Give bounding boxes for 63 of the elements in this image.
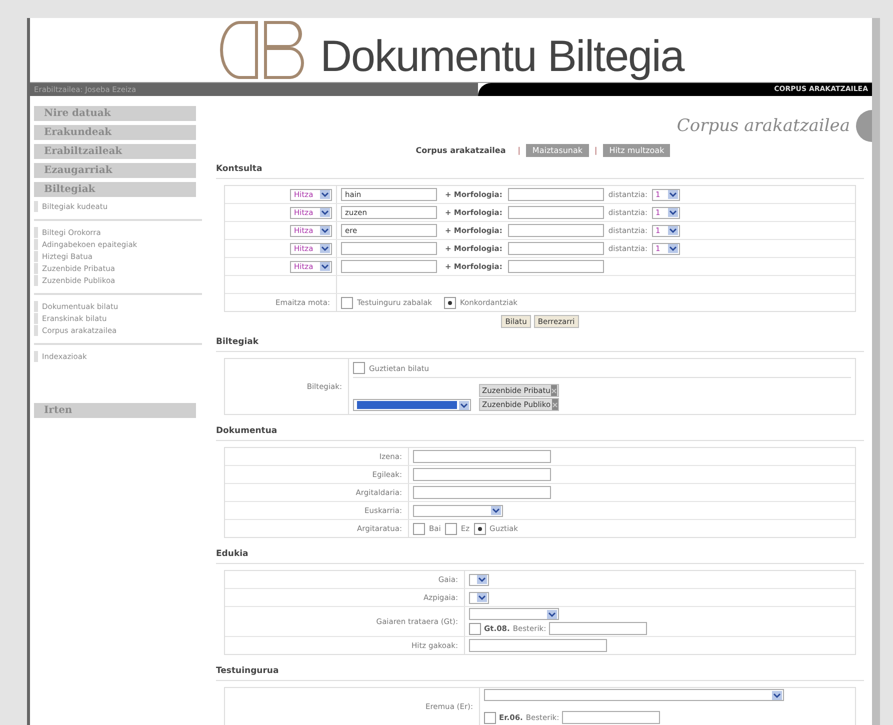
dropdown-arrow-icon[interactable] (491, 506, 501, 515)
input-field[interactable] (413, 486, 551, 499)
dropdown-arrow-icon[interactable] (320, 244, 330, 253)
nav-tab[interactable]: Hitz multzoak (603, 144, 670, 157)
input-field[interactable] (508, 242, 604, 255)
input-field[interactable] (341, 242, 437, 255)
nav-tab[interactable]: Maiztasunak (526, 144, 589, 157)
radio-button[interactable] (444, 296, 456, 308)
dropdown-arrow-icon[interactable] (477, 593, 487, 602)
select-field[interactable] (469, 608, 559, 620)
site-title: Dokumentu Biltegia (320, 32, 684, 82)
dropdown-arrow-icon[interactable] (459, 400, 469, 410)
section-title: Edukia (216, 546, 864, 564)
logout-link[interactable]: Irten (34, 403, 196, 418)
input-field[interactable] (508, 188, 604, 201)
select-field[interactable] (469, 574, 489, 586)
dropdown-arrow-icon[interactable] (320, 226, 330, 235)
close-icon[interactable] (552, 402, 558, 408)
sidebar-heading[interactable]: Biltegiak (34, 182, 196, 197)
separator-text: | (518, 146, 520, 155)
select-field[interactable] (413, 504, 503, 516)
sidebar-heading[interactable]: Erabiltzaileak (34, 144, 196, 159)
dropdown-arrow-icon[interactable] (668, 244, 678, 253)
dropdown-arrow-icon[interactable] (772, 690, 782, 700)
dropdown-arrow-icon[interactable] (668, 190, 678, 199)
radio-button[interactable] (341, 296, 353, 308)
section-title: Kontsulta (216, 161, 864, 179)
select-field[interactable] (484, 689, 784, 701)
sidebar-heading[interactable]: Ezaugarriak (34, 163, 196, 178)
dropdown-arrow-icon[interactable] (668, 208, 678, 217)
radio-button[interactable] (413, 522, 425, 534)
dropdown-arrow-icon[interactable] (320, 208, 330, 217)
input-field[interactable] (508, 260, 604, 273)
checkbox[interactable] (484, 712, 496, 724)
select-field[interactable] (469, 592, 489, 604)
dropdown-arrow-icon[interactable] (320, 262, 330, 271)
section-title: Dokumentua (216, 423, 864, 441)
input-field[interactable] (413, 468, 551, 481)
nav-tab[interactable]: Corpus arakatzailea (410, 144, 512, 157)
dropdown-arrow-icon[interactable] (668, 226, 678, 235)
circle-decoration (856, 110, 872, 142)
sidebar-heading[interactable]: Nire datuak (34, 106, 196, 121)
input-field[interactable] (508, 224, 604, 237)
radio-button[interactable] (474, 522, 486, 534)
checkbox[interactable] (353, 362, 365, 374)
checkbox[interactable] (469, 622, 481, 634)
input-field[interactable] (549, 622, 648, 635)
sidebar-heading[interactable]: Erakundeak (34, 125, 196, 140)
section-title: Testuingurua (216, 663, 864, 681)
input-field[interactable] (341, 260, 437, 273)
input-field[interactable] (469, 639, 607, 652)
dropdown-arrow-icon[interactable] (477, 575, 487, 584)
close-icon[interactable] (551, 388, 558, 394)
dropdown-arrow-icon[interactable] (320, 190, 330, 199)
section-title: Biltegiak (216, 334, 864, 352)
dropdown-arrow-icon[interactable] (547, 610, 557, 618)
radio-button[interactable] (444, 522, 457, 534)
separator-text: | (594, 146, 598, 155)
input-field[interactable] (508, 206, 604, 219)
select-field[interactable] (353, 399, 471, 411)
input-field[interactable] (413, 450, 551, 463)
input-field[interactable] (562, 711, 660, 724)
page-title: Corpus arakatzailea (676, 116, 850, 136)
